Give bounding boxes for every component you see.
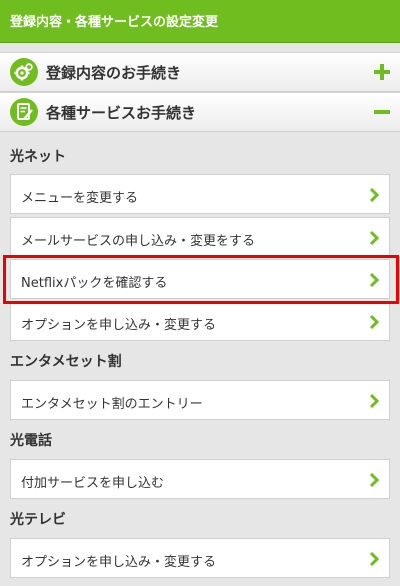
- section-title-hikari-denwa: 光電話: [10, 433, 52, 449]
- list-item-label: メニューを変更する: [21, 191, 139, 206]
- list-item-change-menu[interactable]: メニューを変更する: [10, 174, 390, 214]
- list-item-additional-services[interactable]: 付加サービスを申し込む: [10, 459, 390, 499]
- list-item-entame-entry[interactable]: エンタメセット割のエントリー: [10, 380, 390, 420]
- edit-document-icon: [10, 98, 38, 126]
- minus-icon[interactable]: [374, 104, 390, 120]
- chevron-right-icon: [369, 393, 379, 409]
- list-item-netflix-pack[interactable]: Netflixパックを確認する: [10, 259, 390, 299]
- list-item-label: オプションを申し込み・変更する: [21, 555, 217, 570]
- chevron-right-icon: [369, 551, 379, 567]
- list-item-options-net[interactable]: オプションを申し込み・変更する: [10, 301, 390, 341]
- chevron-right-icon: [369, 187, 379, 203]
- accordion-services[interactable]: 各種サービスお手続き: [0, 92, 400, 132]
- section-title-entame-set: エンタメセット割: [10, 354, 122, 370]
- accordion-label: 登録内容のお手続き: [46, 64, 182, 82]
- accordion-label: 各種サービスお手続き: [46, 104, 197, 122]
- list-item-label: エンタメセット割のエントリー: [21, 397, 203, 412]
- page-title: 登録内容・各種サービスの設定変更: [10, 15, 219, 30]
- gear-icon: [10, 58, 38, 86]
- list-item-options-tv[interactable]: オプションを申し込み・変更する: [10, 538, 390, 578]
- chevron-right-icon: [369, 272, 379, 288]
- accordion-registration[interactable]: 登録内容のお手続き: [0, 52, 400, 92]
- section-title-hikari-net: 光ネット: [10, 149, 66, 165]
- plus-icon[interactable]: [374, 64, 390, 80]
- chevron-right-icon: [369, 314, 379, 330]
- list-item-label: オプションを申し込み・変更する: [21, 318, 217, 333]
- page-header: 登録内容・各種サービスの設定変更: [0, 0, 400, 43]
- list-item-label: 付加サービスを申し込む: [21, 476, 165, 491]
- chevron-right-icon: [369, 230, 379, 246]
- chevron-right-icon: [369, 472, 379, 488]
- list-item-label: Netflixパックを確認する: [21, 276, 168, 291]
- section-title-hikari-tv: 光テレビ: [10, 512, 66, 528]
- list-item-mail-service[interactable]: メールサービスの申し込み・変更をする: [10, 217, 390, 257]
- list-item-label: メールサービスの申し込み・変更をする: [21, 234, 256, 249]
